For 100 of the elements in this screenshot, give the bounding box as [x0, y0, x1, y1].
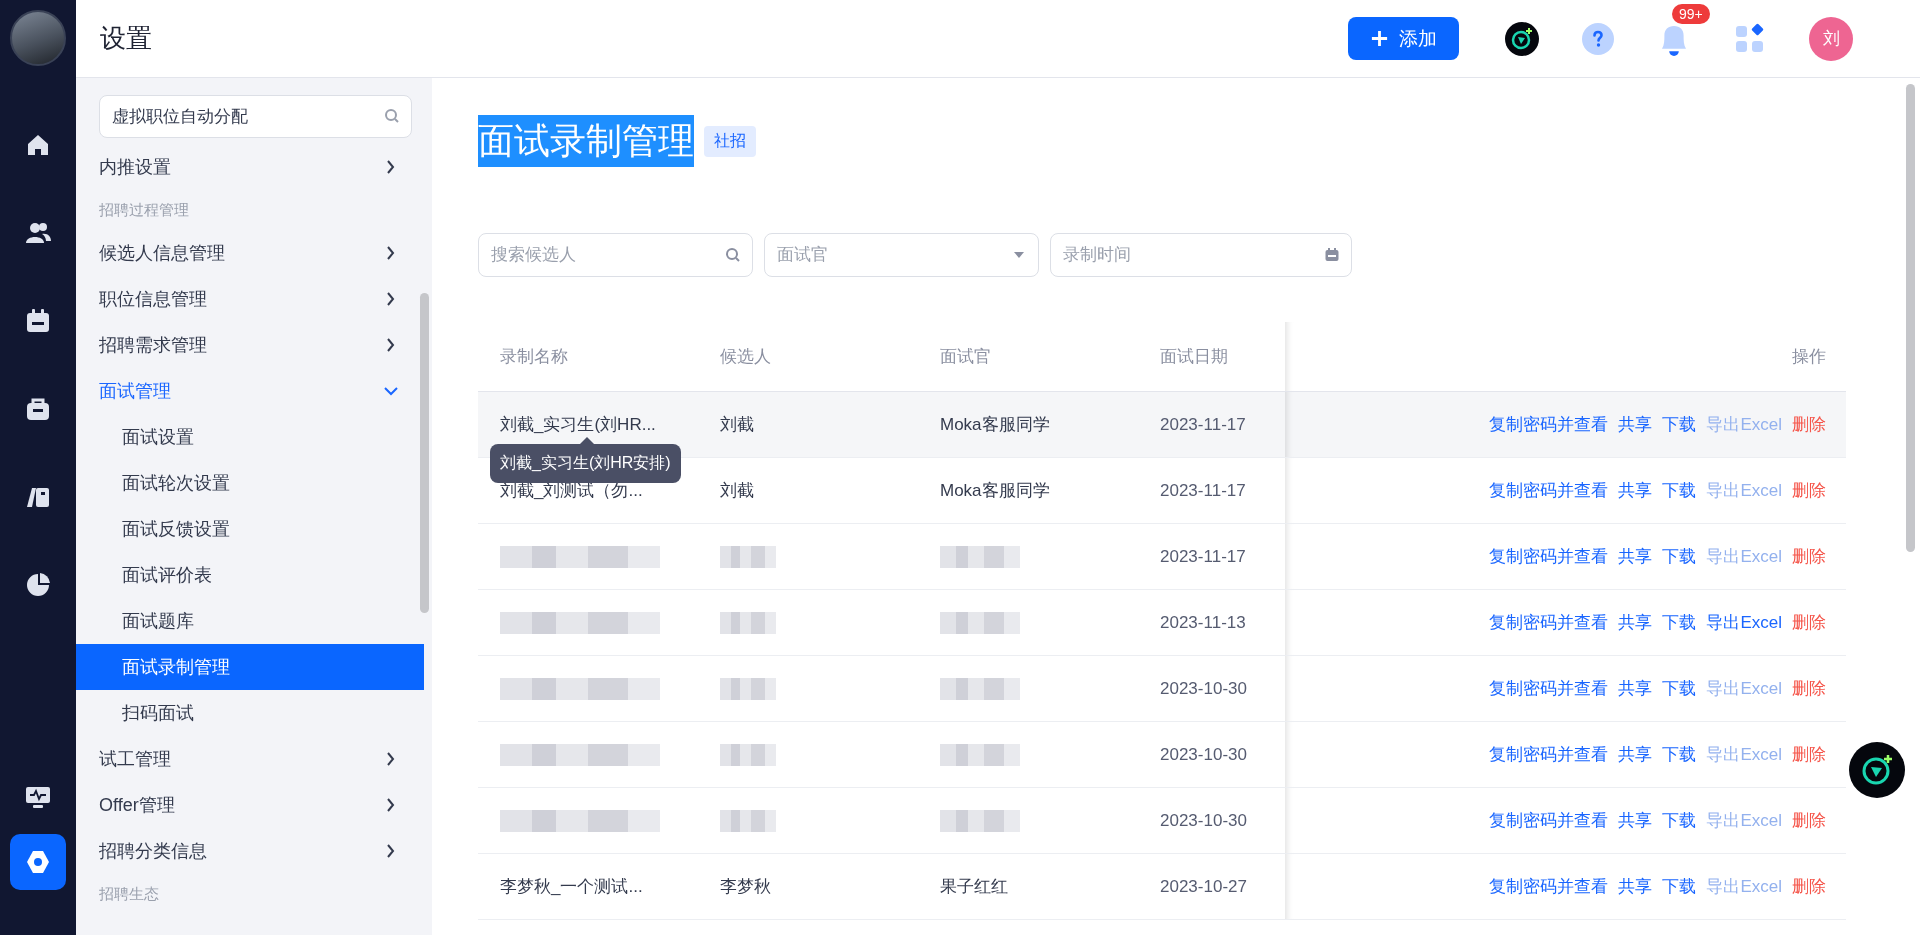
- delete-link[interactable]: 删除: [1792, 545, 1826, 568]
- delete-link[interactable]: 删除: [1792, 611, 1826, 634]
- action-link[interactable]: 共享: [1618, 413, 1653, 436]
- scrollbar-thumb[interactable]: [420, 293, 429, 613]
- action-link[interactable]: 下载: [1662, 743, 1697, 766]
- search-icon: [725, 247, 741, 263]
- table-cell-text: 李梦秋: [720, 876, 771, 898]
- table-cell-text: 李梦秋_一个测试...: [500, 876, 643, 898]
- delete-link[interactable]: 删除: [1792, 677, 1826, 700]
- dropdown[interactable]: 面试官: [764, 233, 1039, 277]
- search-field[interactable]: 搜索候选人: [478, 233, 753, 277]
- action-link[interactable]: 复制密码并查看: [1489, 809, 1609, 832]
- table-cell-text: 刘截: [720, 480, 754, 502]
- tooltip: 刘截_实习生(刘HR安排): [490, 444, 681, 483]
- sidebar-menu-item[interactable]: Offer管理: [76, 782, 424, 828]
- action-link[interactable]: 下载: [1662, 413, 1697, 436]
- table-cell-text: 果子红红: [940, 876, 1008, 898]
- table-cell: 2023-11-17: [1160, 480, 1246, 501]
- user-avatar[interactable]: 刘: [1809, 16, 1853, 61]
- notification-bell-icon[interactable]: [1662, 25, 1686, 56]
- action-link[interactable]: 共享: [1618, 809, 1653, 832]
- action-link[interactable]: 共享: [1618, 875, 1653, 898]
- ai-assistant-button[interactable]: [1849, 742, 1905, 798]
- column-header: 录制名称: [499, 346, 569, 368]
- sidebar-menu-item[interactable]: 试工管理: [76, 736, 424, 782]
- column-header: 候选人: [719, 346, 772, 368]
- column-header: 操作: [1285, 322, 1846, 391]
- search-field[interactable]: 虚拟职位自动分配: [99, 95, 412, 138]
- action-link[interactable]: 复制密码并查看: [1489, 611, 1609, 634]
- date-field[interactable]: 录制时间: [1050, 233, 1352, 277]
- column-header: 面试官: [939, 346, 992, 368]
- page-heading: 面试录制管理: [478, 115, 694, 167]
- sidebar-menu-item[interactable]: 招聘分类信息: [76, 828, 424, 874]
- sidebar-submenu-item[interactable]: 面试题库: [76, 598, 424, 644]
- action-link[interactable]: 下载: [1662, 611, 1697, 634]
- action-link[interactable]: 复制密码并查看: [1489, 743, 1609, 766]
- table-cell-text: Moka客服同学: [940, 480, 1050, 502]
- notification-count-badge: 99+: [1672, 3, 1710, 24]
- action-link[interactable]: 下载: [1662, 809, 1697, 832]
- sidebar-submenu-item[interactable]: 面试反馈设置: [76, 506, 424, 552]
- table-row[interactable]: 2023-11-13 复制密码并查看 共享 下载 导出Excel 删除: [478, 590, 1846, 656]
- action-link[interactable]: 下载: [1662, 545, 1697, 568]
- search-icon: [384, 108, 400, 124]
- table-cell: 2023-11-13: [1160, 612, 1246, 633]
- sidebar-menu-item[interactable]: 候选人信息管理: [76, 230, 424, 276]
- redacted-text-block: [720, 743, 776, 766]
- delete-link[interactable]: 删除: [1792, 875, 1826, 898]
- profile-photo-placeholder[interactable]: [10, 10, 66, 66]
- table-cell: 2023-11-17: [1160, 546, 1246, 567]
- tag: 社招: [704, 125, 756, 157]
- table-cell-text: Moka客服同学: [940, 414, 1050, 436]
- sidebar-submenu-item[interactable]: 面试评价表: [76, 552, 424, 598]
- action-link[interactable]: 共享: [1618, 545, 1653, 568]
- scrollbar-thumb[interactable]: [1906, 84, 1915, 552]
- action-link[interactable]: 共享: [1618, 677, 1653, 700]
- sidebar-menu-item[interactable]: 招聘需求管理: [76, 322, 424, 368]
- action-link[interactable]: 共享: [1618, 611, 1653, 634]
- table-cell: 2023-10-27: [1160, 876, 1247, 897]
- table-cell: 2023-10-30: [1160, 678, 1247, 699]
- action-link[interactable]: 导出Excel: [1706, 611, 1782, 634]
- table-cell-text: 刘截_实习生(刘HR...: [500, 414, 656, 436]
- action-link[interactable]: 复制密码并查看: [1489, 677, 1609, 700]
- action-link[interactable]: 复制密码并查看: [1489, 413, 1609, 436]
- add-button[interactable]: 添加: [1348, 17, 1459, 60]
- delete-link[interactable]: 删除: [1792, 743, 1826, 766]
- settings-icon: [24, 848, 52, 876]
- sidebar-submenu-item[interactable]: 面试轮次设置: [76, 460, 424, 506]
- redacted-text-block: [720, 809, 776, 832]
- action-link[interactable]: 下载: [1662, 875, 1697, 898]
- section-label: 招聘过程管理: [98, 199, 190, 220]
- action-link[interactable]: 复制密码并查看: [1489, 875, 1609, 898]
- sidebar-menu-item[interactable]: 职位信息管理: [76, 276, 424, 322]
- pie-chart-icon: [24, 571, 52, 599]
- redacted-text-block: [720, 611, 776, 634]
- help-icon[interactable]: [1581, 21, 1615, 56]
- tooltip-arrow: [580, 437, 594, 444]
- delete-link[interactable]: 删除: [1792, 413, 1826, 436]
- table-cell: 2023-11-17: [1160, 414, 1246, 435]
- table-cell-text: 刘截: [720, 414, 754, 436]
- sidebar-menu-item[interactable]: 内推设置: [76, 144, 424, 190]
- calendar-icon: [24, 307, 52, 335]
- action-link[interactable]: 共享: [1618, 743, 1653, 766]
- action-link[interactable]: 复制密码并查看: [1489, 545, 1609, 568]
- table-cell: 2023-10-30: [1160, 744, 1247, 765]
- page-title: 设置: [100, 22, 152, 55]
- nav-rail-item[interactable]: [10, 834, 66, 890]
- section-label: 招聘生态: [98, 883, 160, 904]
- redacted-text-block: [720, 545, 776, 568]
- table-cell: 2023-10-30: [1160, 810, 1247, 831]
- sidebar-submenu-item[interactable]: 面试设置: [76, 414, 424, 460]
- delete-link[interactable]: 删除: [1792, 809, 1826, 832]
- sidebar-submenu-item[interactable]: 扫码面试: [76, 690, 424, 736]
- plus-icon: [1370, 29, 1389, 48]
- column-header: 面试日期: [1159, 346, 1229, 368]
- calendar-icon: [1324, 247, 1340, 263]
- redacted-text-block: [720, 677, 776, 700]
- sidebar-submenu-item[interactable]: 面试录制管理: [76, 644, 424, 690]
- ai-assistant-icon[interactable]: [1505, 21, 1539, 56]
- action-link[interactable]: 下载: [1662, 677, 1697, 700]
- sidebar-menu-item[interactable]: 面试管理: [76, 368, 424, 414]
